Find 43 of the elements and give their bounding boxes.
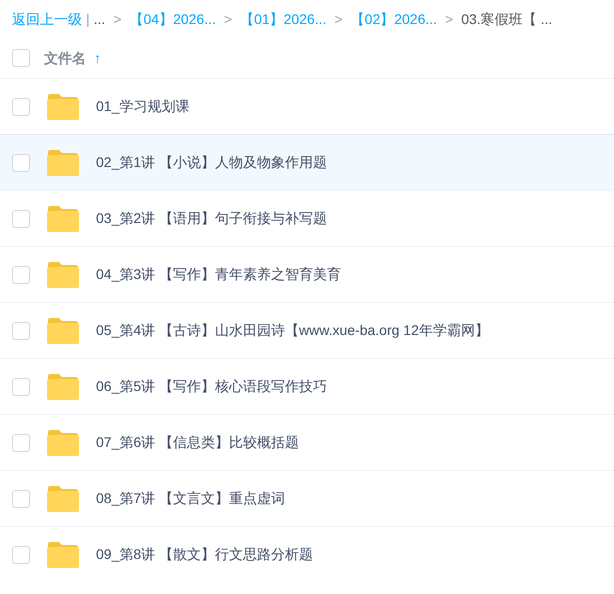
- row-checkbox[interactable]: [12, 154, 30, 172]
- row-checkbox[interactable]: [12, 98, 30, 116]
- separator-mark: >: [113, 10, 122, 28]
- file-row[interactable]: 08_第7讲 【文言文】重点虚词: [0, 470, 614, 526]
- file-name: 08_第7讲 【文言文】重点虚词: [96, 489, 286, 508]
- file-row[interactable]: 05_第4讲 【古诗】山水田园诗【www.xue-ba.org 12年学霸网】: [0, 302, 614, 358]
- file-name: 07_第6讲 【信息类】比较概括题: [96, 433, 300, 452]
- folder-icon: [46, 372, 80, 400]
- folder-icon: [46, 316, 80, 344]
- file-row[interactable]: 04_第3讲 【写作】青年素养之智育美育: [0, 246, 614, 302]
- folder-icon: [46, 428, 80, 456]
- file-row[interactable]: 03_第2讲 【语用】句子衔接与补写题: [0, 190, 614, 246]
- file-row[interactable]: 07_第6讲 【信息类】比较概括题: [0, 414, 614, 470]
- divider-mark: |: [86, 10, 90, 29]
- file-name: 02_第1讲 【小说】人物及物象作用题: [96, 153, 328, 172]
- file-row[interactable]: 06_第5讲 【写作】核心语段写作技巧: [0, 358, 614, 414]
- row-checkbox[interactable]: [12, 434, 30, 452]
- folder-icon: [46, 484, 80, 512]
- select-all-checkbox[interactable]: [12, 49, 30, 67]
- separator-mark: >: [334, 10, 343, 28]
- row-checkbox[interactable]: [12, 490, 30, 508]
- file-name: 04_第3讲 【写作】青年素养之智育美育: [96, 265, 342, 284]
- folder-icon: [46, 148, 80, 176]
- row-checkbox[interactable]: [12, 546, 30, 564]
- row-checkbox[interactable]: [12, 210, 30, 228]
- row-checkbox[interactable]: [12, 322, 30, 340]
- folder-icon: [46, 92, 80, 120]
- separator-mark: >: [224, 10, 232, 28]
- file-name: 06_第5讲 【写作】核心语段写作技巧: [96, 377, 328, 396]
- folder-icon: [46, 540, 80, 568]
- file-row[interactable]: 09_第8讲 【散文】行文思路分析题: [0, 526, 614, 582]
- file-name: 03_第2讲 【语用】句子衔接与补写题: [96, 209, 328, 228]
- row-checkbox[interactable]: [12, 266, 30, 284]
- breadcrumb-current: 03.寒假班【 ...: [461, 10, 552, 28]
- folder-icon: [46, 260, 80, 288]
- file-row[interactable]: 02_第1讲 【小说】人物及物象作用题: [0, 134, 614, 190]
- file-name: 01_学习规划课: [96, 97, 190, 116]
- folder-icon: [46, 204, 80, 232]
- file-name: 05_第4讲 【古诗】山水田园诗【www.xue-ba.org 12年学霸网】: [96, 321, 489, 340]
- file-name: 09_第8讲 【散文】行文思路分析题: [96, 545, 314, 564]
- separator-mark: >: [445, 10, 454, 28]
- row-checkbox[interactable]: [12, 378, 30, 396]
- ellipsis-text: ...: [94, 10, 106, 28]
